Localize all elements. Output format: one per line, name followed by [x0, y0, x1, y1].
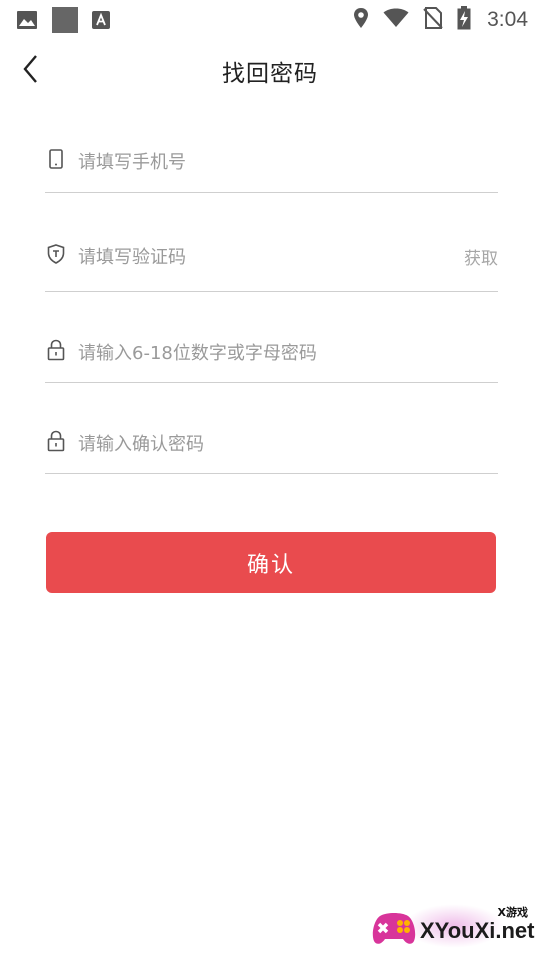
watermark: X游戏 XYouXi.net [364, 898, 540, 958]
shield-icon [47, 244, 65, 264]
lock-icon [47, 339, 65, 361]
phone-field-row [45, 140, 498, 193]
header: 找回密码 [0, 40, 540, 98]
status-bar: 3:04 [0, 0, 540, 38]
text-a-icon [92, 11, 110, 33]
lock-icon [47, 430, 65, 452]
status-time: 3:04 [487, 8, 528, 31]
no-sim-icon [423, 7, 443, 33]
status-left-icons [16, 7, 110, 37]
page-title: 找回密码 [222, 61, 318, 87]
gamepad-logo-icon [370, 908, 418, 952]
code-input[interactable] [78, 244, 448, 270]
get-code-button[interactable]: 获取 [464, 244, 498, 269]
status-right-icons: 3:04 [353, 6, 528, 34]
location-icon [353, 7, 369, 33]
square-icon [52, 7, 78, 37]
watermark-text: XYouXi.net [420, 918, 535, 943]
confirm-password-input[interactable] [78, 431, 448, 457]
phone-input[interactable] [78, 149, 448, 175]
phone-icon [47, 149, 65, 169]
password-field-row [45, 330, 498, 383]
wifi-icon [383, 8, 409, 32]
find-password-page: 3:04 找回密码 获取 [0, 0, 540, 960]
image-icon [16, 9, 38, 35]
confirm-password-field-row [45, 421, 498, 474]
code-field-row: 获取 [45, 238, 498, 292]
confirm-button[interactable]: 确认 [46, 532, 496, 593]
battery-charging-icon [457, 6, 471, 34]
password-input[interactable] [78, 340, 448, 366]
